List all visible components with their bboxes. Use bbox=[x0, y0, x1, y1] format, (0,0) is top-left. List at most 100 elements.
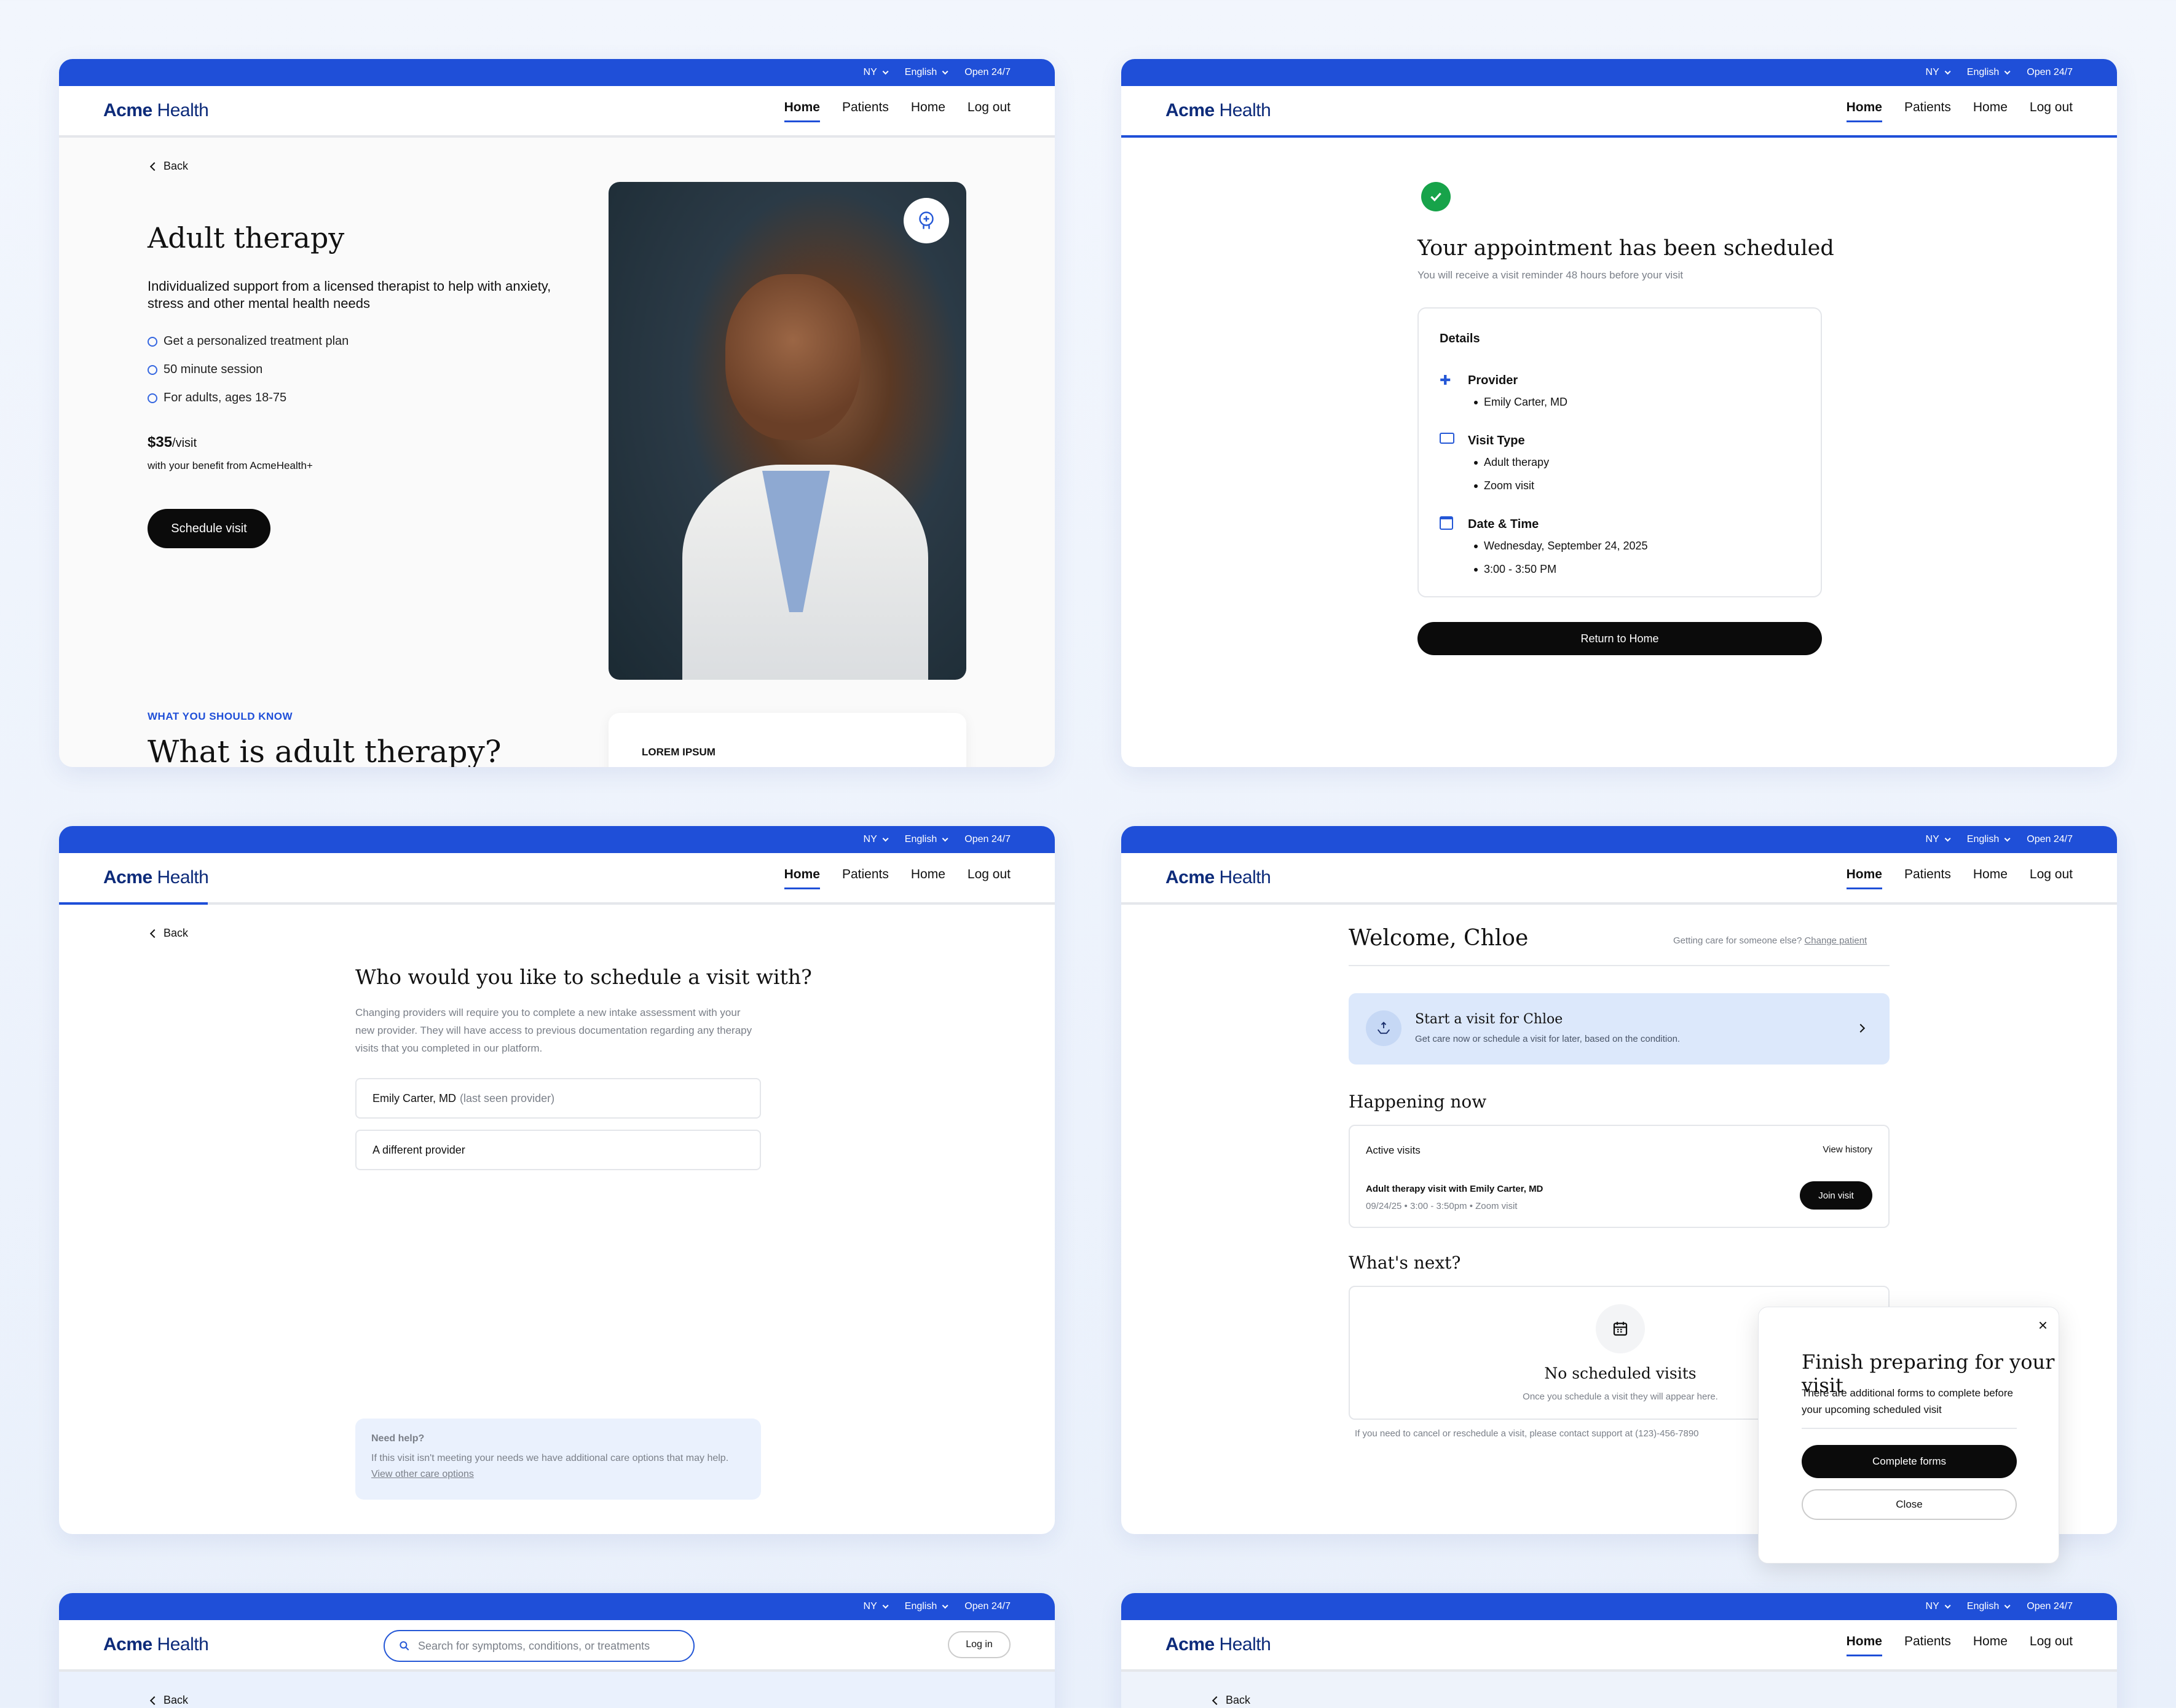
return-home-button[interactable]: Return to Home bbox=[1417, 622, 1822, 655]
visit-type-item: Adult therapy bbox=[1474, 456, 1549, 469]
utility-bar: NY English Open 24/7 bbox=[59, 1593, 1055, 1620]
main-nav: Home Patients Home Log out bbox=[1846, 867, 2073, 889]
region-select[interactable]: NY bbox=[864, 67, 889, 78]
language-select[interactable]: English bbox=[1967, 834, 2011, 845]
language-select[interactable]: English bbox=[905, 834, 948, 845]
complete-forms-button[interactable]: Complete forms bbox=[1802, 1445, 2017, 1478]
site-header: Acme Health Home Patients Home Log out bbox=[59, 853, 1055, 905]
site-header: Acme Health Home Patients Home Log out bbox=[1121, 1620, 2117, 1672]
progress-bar bbox=[59, 902, 208, 905]
person-icon bbox=[148, 393, 157, 403]
language-select[interactable]: English bbox=[1967, 1601, 2011, 1612]
check-icon bbox=[148, 336, 157, 347]
join-visit-button[interactable]: Join visit bbox=[1800, 1181, 1872, 1210]
main-nav: Home Patients Home Log out bbox=[1846, 100, 2073, 122]
datetime-label: Date & Time bbox=[1468, 518, 1539, 531]
option-different-provider[interactable]: A different provider bbox=[355, 1130, 761, 1170]
close-button[interactable]: Close bbox=[1802, 1489, 2017, 1520]
finish-forms-modal: × Finish preparing for your visit There … bbox=[1758, 1307, 2059, 1564]
view-history-link[interactable]: View history bbox=[1823, 1144, 1872, 1155]
region-select[interactable]: NY bbox=[1926, 1601, 1951, 1612]
nav-home[interactable]: Home bbox=[1846, 867, 1883, 889]
back-link[interactable]: Back bbox=[1213, 1694, 1250, 1707]
nav-logout[interactable]: Log out bbox=[2030, 867, 2073, 888]
logo[interactable]: Acme Health bbox=[1165, 100, 1271, 121]
nav-logout[interactable]: Log out bbox=[2030, 1634, 2073, 1655]
utility-bar: NY English Open 24/7 bbox=[1121, 1593, 2117, 1620]
region-select[interactable]: NY bbox=[1926, 834, 1951, 845]
nav-patients[interactable]: Patients bbox=[842, 100, 889, 121]
search-input[interactable]: Search for symptoms, conditions, or trea… bbox=[384, 1630, 695, 1662]
success-check-icon bbox=[1421, 182, 1451, 211]
nav-patients[interactable]: Patients bbox=[1904, 100, 1951, 121]
hours-label: Open 24/7 bbox=[2027, 834, 2073, 844]
option-last-provider[interactable]: Emily Carter, MD (last seen provider) bbox=[355, 1078, 761, 1119]
start-visit-title: Start a visit for Chloe bbox=[1415, 1012, 1563, 1027]
logo[interactable]: Acme Health bbox=[103, 100, 209, 121]
language-select[interactable]: English bbox=[905, 67, 948, 78]
login-button[interactable]: Log in bbox=[948, 1631, 1011, 1658]
divider bbox=[1349, 965, 1890, 966]
nav-home-2[interactable]: Home bbox=[1973, 867, 2008, 888]
region-select[interactable]: NY bbox=[864, 1601, 889, 1612]
info-card: LOREM IPSUM bbox=[609, 713, 966, 767]
nav-logout[interactable]: Log out bbox=[968, 867, 1011, 888]
language-select[interactable]: English bbox=[905, 1601, 948, 1612]
utility-bar: NY English Open 24/7 bbox=[1121, 59, 2117, 86]
help-title: Need help? bbox=[371, 1433, 425, 1444]
search-icon bbox=[400, 1641, 409, 1651]
details-card: Details ✚ Provider Emily Carter, MD Visi… bbox=[1417, 307, 1822, 597]
nav-logout[interactable]: Log out bbox=[2030, 100, 2073, 121]
logo[interactable]: Acme Health bbox=[103, 1634, 209, 1655]
change-patient-link[interactable]: Change patient bbox=[1804, 935, 1867, 946]
active-visits-card: Active visits View history Adult therapy… bbox=[1349, 1125, 1890, 1228]
whats-next-heading: What's next? bbox=[1349, 1253, 1461, 1273]
help-text: If this visit isn't meeting your needs w… bbox=[371, 1453, 729, 1479]
benefit-note: with your benefit from AcmeHealth+ bbox=[148, 460, 313, 471]
logo[interactable]: Acme Health bbox=[1165, 1634, 1271, 1655]
nav-home-2[interactable]: Home bbox=[911, 867, 945, 888]
price: $35/visit bbox=[148, 434, 197, 451]
panel-search: NY English Open 24/7 Acme Health Search … bbox=[59, 1593, 1055, 1708]
region-select[interactable]: NY bbox=[864, 834, 889, 845]
region-select[interactable]: NY bbox=[1926, 67, 1951, 78]
nav-patients[interactable]: Patients bbox=[842, 867, 889, 888]
language-select[interactable]: English bbox=[1967, 67, 2011, 78]
welcome-heading: Welcome, Chloe bbox=[1349, 926, 1529, 951]
main-nav: Home Patients Home Log out bbox=[784, 867, 1011, 889]
site-header: Acme Health Home Patients Home Log out bbox=[59, 86, 1055, 138]
schedule-visit-button[interactable]: Schedule visit bbox=[148, 509, 270, 548]
divider bbox=[1802, 1428, 2017, 1429]
utility-bar: NY English Open 24/7 bbox=[59, 59, 1055, 86]
nav-home[interactable]: Home bbox=[784, 100, 821, 122]
appointment-time: 3:00 - 3:50 PM bbox=[1474, 563, 1556, 576]
back-link[interactable]: Back bbox=[151, 160, 188, 173]
site-header: Acme Health Home Patients Home Log out bbox=[1121, 853, 2117, 905]
provider-name: Emily Carter, MD bbox=[1474, 396, 1567, 409]
service-description: Individualized support from a licensed t… bbox=[148, 278, 551, 311]
nav-home-2[interactable]: Home bbox=[1973, 1634, 2008, 1655]
site-header: Acme Health Search for symptoms, conditi… bbox=[59, 1620, 1055, 1672]
back-link[interactable]: Back bbox=[151, 1694, 188, 1707]
nav-patients[interactable]: Patients bbox=[1904, 1634, 1951, 1655]
nav-home[interactable]: Home bbox=[1846, 100, 1883, 122]
close-icon[interactable]: × bbox=[2038, 1316, 2048, 1335]
provider-description: Changing providers will require you to c… bbox=[355, 1007, 752, 1054]
nav-home[interactable]: Home bbox=[784, 867, 821, 889]
nav-patients[interactable]: Patients bbox=[1904, 867, 1951, 888]
info-card-label: LOREM IPSUM bbox=[642, 746, 715, 758]
start-visit-card[interactable]: Start a visit for Chloe Get care now or … bbox=[1349, 993, 1890, 1065]
hours-label: Open 24/7 bbox=[2027, 1601, 2073, 1612]
other-care-link[interactable]: View other care options bbox=[371, 1469, 474, 1479]
nav-home[interactable]: Home bbox=[1846, 1634, 1883, 1656]
back-link[interactable]: Back bbox=[151, 927, 188, 940]
nav-home-2[interactable]: Home bbox=[1973, 100, 2008, 121]
logo[interactable]: Acme Health bbox=[103, 867, 209, 888]
nav-logout[interactable]: Log out bbox=[968, 100, 1011, 121]
plus-icon: ✚ bbox=[1440, 372, 1451, 388]
logo[interactable]: Acme Health bbox=[1165, 867, 1271, 888]
visit-type-item: Zoom visit bbox=[1474, 479, 1534, 492]
start-visit-sub: Get care now or schedule a visit for lat… bbox=[1415, 1034, 1681, 1044]
feature-item: 50 minute session bbox=[148, 363, 262, 377]
nav-home-2[interactable]: Home bbox=[911, 100, 945, 121]
